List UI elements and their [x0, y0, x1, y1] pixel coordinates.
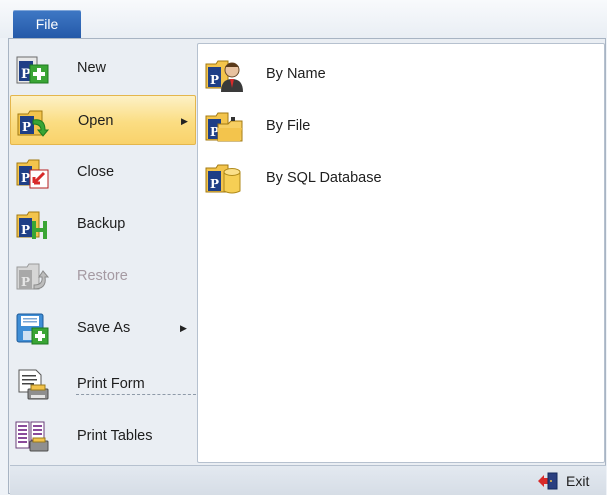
new-file-icon: P — [14, 51, 50, 87]
open-by-file-icon: P — [204, 106, 244, 146]
menu-item-label: New — [77, 60, 107, 76]
submenu-item-by-sql-database[interactable]: P By SQL Database — [204, 152, 504, 204]
menu-item-save-as[interactable]: Save As ▶ — [10, 303, 196, 353]
svg-text:P: P — [21, 223, 30, 237]
submenu-arrow-icon: ▶ — [180, 323, 187, 333]
svg-text:P: P — [21, 275, 30, 289]
exit-button[interactable]: Exit — [538, 470, 598, 492]
menu-separator — [76, 394, 196, 395]
svg-text:P: P — [21, 171, 30, 185]
svg-text:P: P — [210, 73, 219, 87]
open-by-name-icon: P — [204, 54, 244, 94]
open-submenu-panel: P By Name P By File P By SQL Database — [197, 43, 605, 463]
menu-item-print-form[interactable]: Print Form — [10, 359, 196, 409]
submenu-arrow-icon: ▶ — [181, 116, 188, 126]
menu-item-label: Backup — [77, 216, 126, 232]
svg-text:P: P — [22, 120, 31, 134]
menu-item-label: Open — [78, 113, 114, 129]
menu-item-label: Print Form — [77, 376, 145, 392]
title-bar: File — [0, 0, 607, 38]
submenu-item-label: By Name — [266, 66, 326, 82]
backup-icon: P — [14, 207, 50, 243]
save-as-icon — [14, 311, 50, 347]
menu-item-new[interactable]: P New — [10, 43, 196, 93]
exit-label: Exit — [566, 473, 590, 489]
file-menu-tab[interactable]: File — [13, 10, 81, 38]
open-by-sql-database-icon: P — [204, 158, 244, 198]
menu-item-print-tables[interactable]: Print Tables — [10, 411, 196, 461]
submenu-item-by-name[interactable]: P By Name — [204, 48, 504, 100]
menu-item-label: Close — [77, 164, 115, 180]
menu-item-label: Restore — [77, 268, 128, 284]
menu-item-backup[interactable]: P Backup — [10, 199, 196, 249]
restore-icon: P — [14, 259, 50, 295]
svg-text:P: P — [210, 177, 219, 191]
menu-footer: Exit — [10, 465, 606, 495]
print-form-icon — [14, 367, 50, 403]
menu-item-restore[interactable]: P Restore — [10, 251, 196, 301]
file-menu-commands: P New P Open ▶ P Close P Backup P Restor… — [10, 40, 196, 464]
menu-item-label: Print Tables — [77, 428, 153, 444]
submenu-item-label: By File — [266, 118, 311, 134]
menu-item-close[interactable]: P Close — [10, 147, 196, 197]
exit-icon — [538, 472, 558, 490]
print-tables-icon — [14, 419, 50, 455]
submenu-item-label: By SQL Database — [266, 170, 382, 186]
open-file-icon: P — [15, 104, 51, 140]
menu-item-open[interactable]: P Open ▶ — [10, 95, 196, 145]
submenu-item-by-file[interactable]: P By File — [204, 100, 504, 152]
menu-item-label: Save As — [77, 320, 131, 336]
close-file-icon: P — [14, 155, 50, 191]
